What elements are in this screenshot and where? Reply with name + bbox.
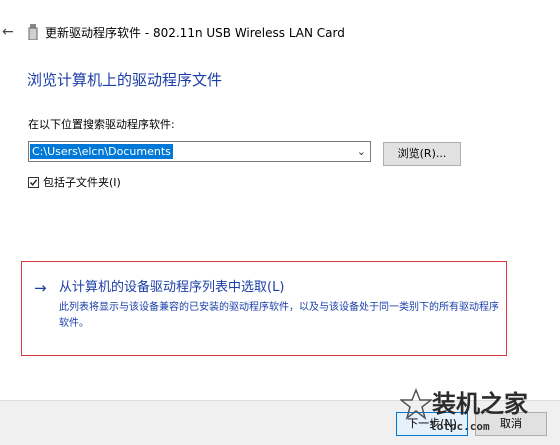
title-bar: ← 更新驱动程序软件 - 802.11n USB Wireless LAN Ca…: [0, 0, 560, 64]
arrow-right-icon: →: [34, 279, 47, 297]
checkmark-icon: [29, 179, 38, 186]
pick-from-list-title[interactable]: 从计算机的设备驱动程序列表中选取(L): [59, 278, 284, 298]
browse-button[interactable]: 浏览(R)...: [383, 142, 461, 166]
path-input-value[interactable]: C:\Users\elcn\Documents: [30, 144, 173, 159]
cancel-button[interactable]: 取消: [475, 412, 547, 436]
path-combobox[interactable]: C:\Users\elcn\Documents ⌄: [28, 141, 371, 162]
next-button[interactable]: 下一步(N): [396, 412, 468, 436]
search-location-label: 在以下位置搜索驱动程序软件:: [28, 118, 175, 131]
pick-from-list-description: 此列表将显示与该设备兼容的已安装的驱动程序软件，以及与该设备处于同一类别下的所有…: [59, 302, 499, 329]
chevron-down-icon[interactable]: ⌄: [357, 144, 366, 159]
pick-from-list-highlight: → 从计算机的设备驱动程序列表中选取(L) 此列表将显示与该设备兼容的已安装的驱…: [21, 261, 507, 356]
back-arrow-icon[interactable]: ←: [2, 24, 14, 40]
include-subfolders-label: 包括子文件夹(I): [43, 176, 121, 189]
device-icon: [28, 24, 38, 40]
footer-bar: 下一步(N) 取消: [0, 400, 560, 445]
window-title: 更新驱动程序软件 - 802.11n USB Wireless LAN Card: [45, 26, 345, 40]
page-heading: 浏览计算机上的驱动程序文件: [27, 71, 223, 89]
include-subfolders-checkbox[interactable]: [28, 177, 39, 188]
